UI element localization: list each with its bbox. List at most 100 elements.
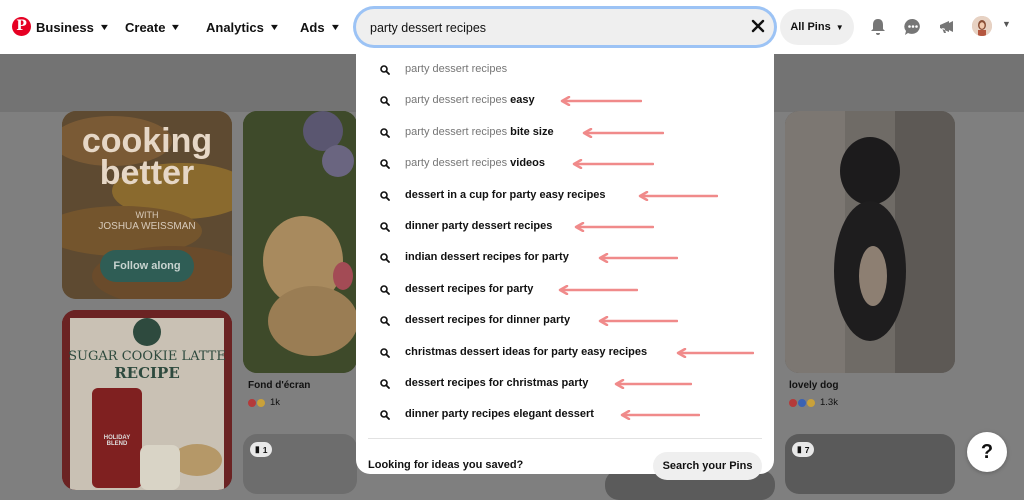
- user-avatar[interactable]: [972, 16, 992, 36]
- search-icon: [380, 65, 390, 75]
- search-icon: [380, 222, 390, 232]
- search-icon: [380, 347, 390, 358]
- suggestion-completion: dessert in a cup for party easy recipes: [405, 188, 606, 201]
- search-icon: [380, 96, 390, 107]
- suggestion-prefix: party dessert recipes: [405, 125, 511, 138]
- help-button[interactable]: ?: [967, 432, 1007, 472]
- suggestion-completion: easy: [510, 94, 535, 107]
- suggestion-text: party dessert recipes videos: [405, 157, 545, 169]
- nav-business-label: Business: [36, 19, 94, 35]
- clear-search-icon[interactable]: [750, 18, 766, 34]
- suggestion-prefix: party dessert recipes: [405, 63, 508, 75]
- all-pins-label: All Pins: [790, 21, 831, 33]
- pin-puppy-title[interactable]: Fond d'écran: [248, 380, 310, 391]
- suggestion-completion: dessert recipes for party: [405, 282, 534, 295]
- megaphone-icon[interactable]: [937, 17, 957, 37]
- saved-ideas-prompt: Looking for ideas you saved?: [368, 459, 524, 471]
- suggestion-row[interactable]: party dessert recipes easy: [356, 91, 774, 111]
- annotation-arrow-icon: [598, 253, 678, 264]
- suggestion-completion: bite size: [510, 125, 554, 138]
- pin-author-label: JOSHUA WEISSMAN: [98, 221, 196, 232]
- search-bar: [356, 9, 774, 47]
- chevron-down-icon: ▼: [329, 22, 341, 32]
- annotation-arrow-icon: [676, 347, 754, 358]
- suggestion-text: party dessert recipes bite size: [405, 126, 554, 138]
- suggestion-completion: dessert recipes for dinner party: [405, 314, 571, 327]
- pin-starbucks[interactable]: SUGAR COOKIE LATTE RECIPE HOLIDAY BLEND: [62, 310, 232, 490]
- suggestion-row[interactable]: dessert in a cup for party easy recipes: [356, 186, 774, 206]
- nav-analytics-label: Analytics: [206, 19, 264, 35]
- suggestion-row[interactable]: party dessert recipes: [356, 60, 774, 80]
- pin-count-badge: ▮ 7: [792, 442, 815, 457]
- suggestion-text: dessert in a cup for party easy recipes: [405, 189, 606, 201]
- help-label: ?: [980, 440, 994, 463]
- annotation-arrow-icon: [574, 222, 654, 232]
- suggestion-prefix: party dessert recipes: [405, 157, 511, 170]
- suggestion-row[interactable]: dinner party dessert recipes: [356, 217, 774, 237]
- annotation-arrow-icon: [620, 410, 700, 421]
- suggestion-row[interactable]: dessert recipes for christmas party: [356, 374, 774, 394]
- search-suggestions-dropdown: party dessert recipes party dessert recip…: [356, 54, 774, 480]
- suggestion-completion: indian dessert recipes for party: [405, 251, 569, 264]
- pin-puppy[interactable]: [243, 111, 357, 373]
- search-your-pins-button[interactable]: Search your Pins: [653, 452, 762, 480]
- pin-dog-title[interactable]: lovely dog: [789, 380, 838, 391]
- dog-image: [785, 111, 955, 373]
- suggestion-completion: dinner party recipes elegant dessert: [405, 408, 594, 421]
- reaction-count: 1k: [270, 397, 281, 408]
- suggestion-text: dessert recipes for party: [405, 283, 533, 295]
- pin-count-badge: ▮ 1: [250, 442, 273, 457]
- dropdown-divider: [368, 438, 762, 439]
- pages-icon: ▮: [797, 444, 802, 454]
- chevron-down-icon: ▼: [835, 22, 844, 32]
- suggestion-completion: dinner party dessert recipes: [405, 220, 553, 232]
- pin-lovely-dog[interactable]: [785, 111, 955, 373]
- search-input[interactable]: [368, 9, 742, 47]
- pages-icon: ▮: [255, 444, 260, 454]
- suggestion-completion: videos: [510, 157, 546, 170]
- annotation-arrow-icon: [560, 96, 642, 107]
- pin-cooking-better[interactable]: cooking better WITH JOSHUA WEISSMAN Follo…: [62, 111, 232, 299]
- nav-create[interactable]: Create ▼: [125, 0, 182, 54]
- pinterest-logo-icon[interactable]: P: [12, 17, 31, 36]
- nav-ads-label: Ads: [300, 19, 325, 35]
- search-icon: [380, 253, 390, 264]
- suggestion-row[interactable]: dessert recipes for party: [356, 280, 774, 300]
- suggestion-row[interactable]: party dessert recipes bite size: [356, 123, 774, 143]
- nav-create-label: Create: [125, 19, 166, 35]
- pin-subheadline: RECIPE: [114, 364, 180, 382]
- reaction-count: 1.3k: [820, 397, 838, 408]
- annotation-arrow-icon: [598, 316, 678, 327]
- wow-reaction-icon: [798, 398, 806, 407]
- messages-icon[interactable]: [903, 17, 923, 37]
- chevron-down-icon: ▼: [268, 22, 281, 32]
- suggestion-row[interactable]: party dessert recipes videos: [356, 154, 774, 174]
- search-icon: [380, 190, 390, 201]
- all-pins-filter-button[interactable]: All Pins ▼: [780, 9, 854, 45]
- notifications-bell-icon[interactable]: [868, 17, 888, 37]
- account-menu-chevron-icon[interactable]: ▼: [1002, 19, 1011, 29]
- suggestion-text: dessert recipes for dinner party: [405, 314, 570, 326]
- nav-business[interactable]: Business ▼: [36, 0, 110, 54]
- follow-along-button[interactable]: Follow along: [100, 250, 194, 282]
- bag-label: HOLIDAY BLEND: [103, 435, 131, 447]
- starbucks-pin-image: [62, 310, 232, 490]
- suggestion-row[interactable]: dessert recipes for dinner party: [356, 311, 774, 331]
- annotation-arrow-icon: [582, 127, 664, 138]
- suggestion-row[interactable]: indian dessert recipes for party: [356, 248, 774, 268]
- suggestion-row[interactable]: christmas dessert ideas for party easy r…: [356, 343, 774, 363]
- nav-ads[interactable]: Ads ▼: [300, 0, 341, 54]
- suggestion-prefix: party dessert recipes: [405, 94, 511, 107]
- suggestion-row[interactable]: dinner party recipes elegant dessert: [356, 405, 774, 425]
- suggestion-text: party dessert recipes easy: [405, 94, 535, 106]
- search-icon: [380, 127, 390, 138]
- suggestion-text: party dessert recipes: [405, 63, 507, 75]
- search-icon: [380, 379, 390, 389]
- nav-analytics[interactable]: Analytics ▼: [206, 0, 281, 54]
- annotation-arrow-icon: [572, 159, 654, 170]
- pin-dog-reactions: 1.3k: [789, 397, 838, 408]
- avatar-image: [972, 16, 992, 36]
- annotation-arrow-icon: [638, 190, 718, 201]
- heart-reaction-icon: [789, 398, 797, 407]
- suggestion-text: dessert recipes for christmas party: [405, 377, 588, 389]
